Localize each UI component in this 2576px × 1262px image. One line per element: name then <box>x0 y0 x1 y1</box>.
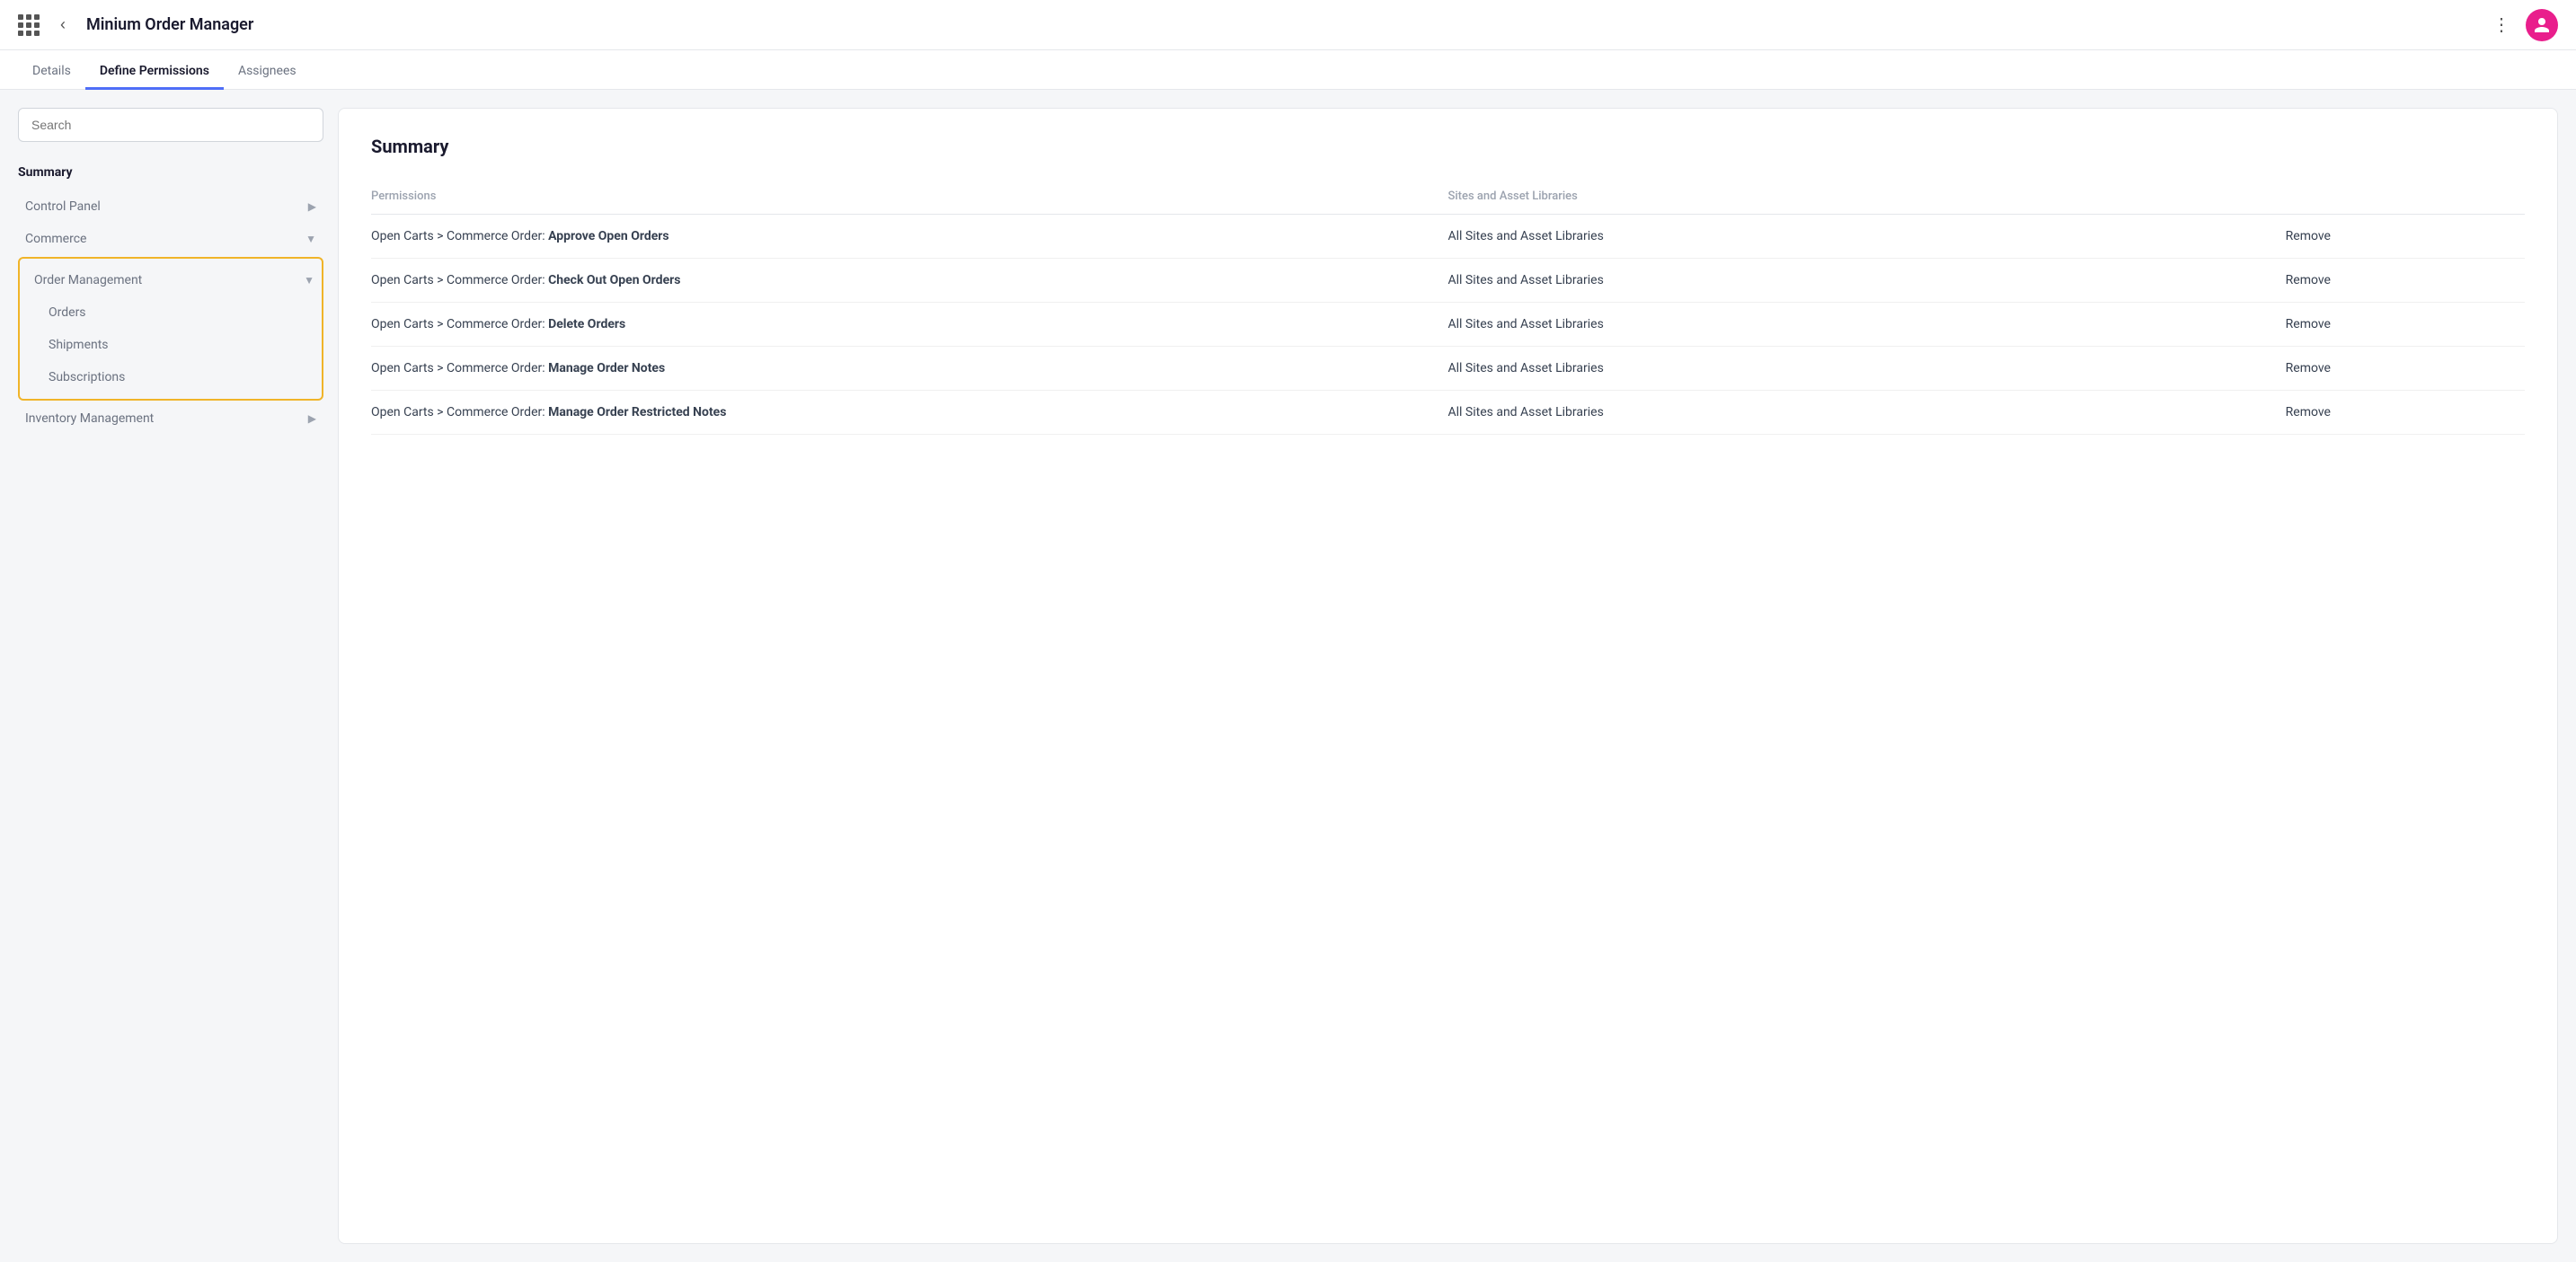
content-panel: Summary Permissions Sites and Asset Libr… <box>338 108 2558 1244</box>
sidebar-label-subscriptions: Subscriptions <box>49 370 125 384</box>
sidebar-label-inventory-management: Inventory Management <box>25 411 154 426</box>
col-sites: Sites and Asset Libraries <box>1448 182 2286 215</box>
sidebar-item-orders[interactable]: Orders <box>20 296 322 329</box>
sidebar-item-subscriptions[interactable]: Subscriptions <box>20 361 322 393</box>
panel-title: Summary <box>371 136 2525 157</box>
sidebar-item-shipments[interactable]: Shipments <box>20 329 322 361</box>
sidebar-label-control-panel: Control Panel <box>25 199 101 214</box>
sidebar-label-orders: Orders <box>49 305 86 320</box>
remove-cell[interactable]: Remove <box>2286 259 2525 303</box>
header-right: ⋮ <box>2492 9 2558 41</box>
sidebar-label-commerce: Commerce <box>25 232 86 246</box>
header-left: ‹ Minium Order Manager <box>18 13 2492 38</box>
sites-cell: All Sites and Asset Libraries <box>1448 303 2286 347</box>
permissions-table: Permissions Sites and Asset Libraries Op… <box>371 182 2525 435</box>
remove-cell[interactable]: Remove <box>2286 347 2525 391</box>
table-row: Open Carts > Commerce Order: Approve Ope… <box>371 215 2525 259</box>
chevron-right-icon-inv: ▶ <box>308 412 316 425</box>
table-row: Open Carts > Commerce Order: Delete Orde… <box>371 303 2525 347</box>
sidebar-item-commerce[interactable]: Commerce ▼ <box>18 223 323 255</box>
sites-cell: All Sites and Asset Libraries <box>1448 391 2286 435</box>
chevron-down-icon: ▼ <box>305 233 316 245</box>
sites-cell: All Sites and Asset Libraries <box>1448 215 2286 259</box>
table-row: Open Carts > Commerce Order: Manage Orde… <box>371 347 2525 391</box>
sites-cell: All Sites and Asset Libraries <box>1448 347 2286 391</box>
chevron-right-icon: ▶ <box>308 200 316 213</box>
remove-cell[interactable]: Remove <box>2286 303 2525 347</box>
permission-cell: Open Carts > Commerce Order: Delete Orde… <box>371 303 1448 347</box>
grid-icon[interactable] <box>18 14 40 36</box>
avatar[interactable] <box>2526 9 2558 41</box>
tab-define-permissions[interactable]: Define Permissions <box>85 55 224 90</box>
main-layout: Summary Control Panel ▶ Commerce ▼ Order… <box>0 90 2576 1262</box>
back-button[interactable]: ‹ <box>50 13 75 38</box>
app-header: ‹ Minium Order Manager ⋮ <box>0 0 2576 50</box>
sidebar-item-control-panel[interactable]: Control Panel ▶ <box>18 190 323 223</box>
sidebar-label-order-management: Order Management <box>34 273 142 287</box>
col-action <box>2286 182 2525 215</box>
sidebar-summary-label: Summary <box>18 160 323 190</box>
col-permissions: Permissions <box>371 182 1448 215</box>
sidebar-label-shipments: Shipments <box>49 338 109 352</box>
permission-cell: Open Carts > Commerce Order: Manage Orde… <box>371 391 1448 435</box>
sites-cell: All Sites and Asset Libraries <box>1448 259 2286 303</box>
sidebar: Summary Control Panel ▶ Commerce ▼ Order… <box>18 108 323 1244</box>
permission-cell: Open Carts > Commerce Order: Approve Ope… <box>371 215 1448 259</box>
more-options-button[interactable]: ⋮ <box>2492 16 2511 34</box>
tab-details[interactable]: Details <box>18 55 85 90</box>
sidebar-item-inventory-management[interactable]: Inventory Management ▶ <box>18 402 323 435</box>
remove-cell[interactable]: Remove <box>2286 215 2525 259</box>
tab-assignees[interactable]: Assignees <box>224 55 311 90</box>
tabs-bar: Details Define Permissions Assignees <box>0 50 2576 90</box>
chevron-down-icon-order: ▼ <box>304 274 314 287</box>
order-management-group: Order Management ▼ Orders Shipments Subs… <box>18 257 323 401</box>
app-title: Minium Order Manager <box>86 15 253 34</box>
sidebar-item-order-management[interactable]: Order Management ▼ <box>20 264 322 296</box>
search-input[interactable] <box>18 108 323 142</box>
table-row: Open Carts > Commerce Order: Manage Orde… <box>371 391 2525 435</box>
table-row: Open Carts > Commerce Order: Check Out O… <box>371 259 2525 303</box>
remove-cell[interactable]: Remove <box>2286 391 2525 435</box>
permission-cell: Open Carts > Commerce Order: Manage Orde… <box>371 347 1448 391</box>
permission-cell: Open Carts > Commerce Order: Check Out O… <box>371 259 1448 303</box>
